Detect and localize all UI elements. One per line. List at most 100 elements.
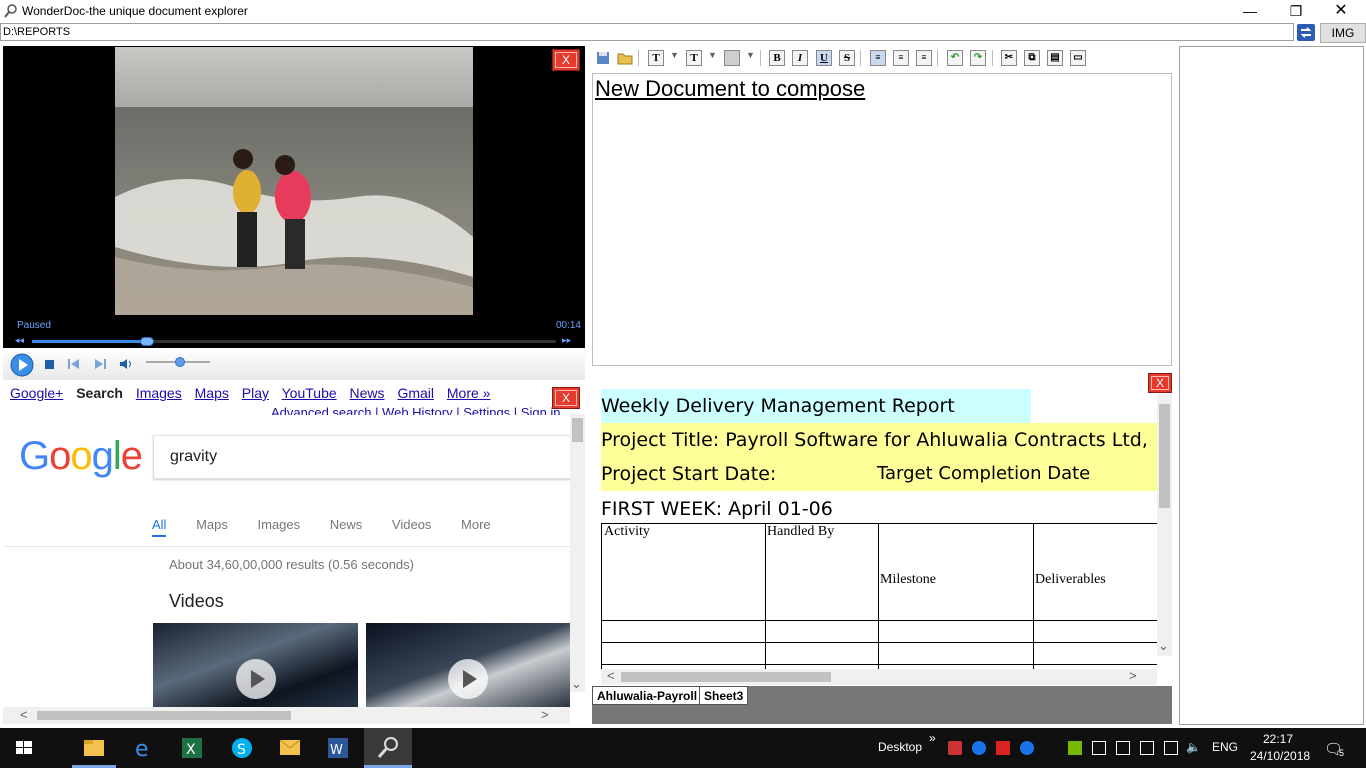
italic-icon[interactable]: I (792, 50, 808, 66)
volume-icon[interactable] (117, 355, 135, 373)
minimize-button[interactable]: — (1227, 0, 1273, 22)
fast-forward-icon[interactable]: ▸▸ (562, 335, 571, 346)
bluetooth-icon[interactable] (1020, 741, 1034, 755)
header-activity[interactable]: Activity (602, 524, 766, 621)
nav-news[interactable]: News (350, 385, 385, 401)
dropdown-arrow-icon[interactable]: ▼ (746, 50, 755, 60)
close-sheet-button[interactable]: X (1148, 373, 1172, 393)
sheet-horizontal-scrollbar[interactable]: < > (601, 668, 1157, 685)
scroll-thumb[interactable] (37, 711, 291, 720)
wonderdoc-app-icon[interactable] (364, 728, 412, 768)
font-size-icon[interactable]: T (686, 50, 702, 66)
next-icon[interactable] (91, 355, 109, 373)
align-right-icon[interactable]: ≡ (916, 50, 932, 66)
scroll-thumb[interactable] (572, 418, 583, 442)
nav-images[interactable]: Images (136, 385, 182, 401)
dropdown-arrow-icon[interactable]: ▼ (670, 50, 679, 60)
dropdown-arrow-icon[interactable]: ▼ (708, 50, 717, 60)
sheet-tab-sheet3[interactable]: Sheet3 (699, 686, 749, 705)
align-center-icon[interactable]: ≡ (893, 50, 909, 66)
open-folder-icon[interactable] (617, 50, 633, 66)
word-icon[interactable]: W (314, 728, 362, 768)
seek-handle[interactable] (140, 337, 155, 346)
desktop-toolbar-label[interactable]: Desktop (878, 740, 922, 754)
sheet-vertical-scrollbar[interactable] (1157, 394, 1172, 656)
scroll-thumb[interactable] (1159, 404, 1170, 508)
nav-play[interactable]: Play (242, 385, 269, 401)
stop-icon[interactable] (41, 355, 59, 373)
previous-icon[interactable] (65, 355, 83, 373)
power-icon[interactable] (1116, 741, 1130, 755)
search-input[interactable]: gravity (153, 435, 573, 479)
scroll-left-icon[interactable]: < (20, 707, 28, 722)
scroll-down-icon[interactable]: ⌄ (571, 676, 582, 692)
paste-icon[interactable]: ▤ (1047, 50, 1063, 66)
sheet-tab-ahluwalia-payroll[interactable]: Ahluwalia-Payroll (592, 686, 703, 705)
bold-icon[interactable]: B (769, 50, 785, 66)
tab-all[interactable]: All (152, 517, 167, 537)
usb-icon[interactable] (1164, 741, 1178, 755)
path-input[interactable]: D:\REPORTS (0, 23, 1294, 41)
tab-videos[interactable]: Videos (392, 517, 432, 532)
sub-links-text[interactable]: Advanced search | Web History | Settings… (271, 405, 561, 415)
network-icon[interactable] (1140, 741, 1154, 755)
play-icon[interactable] (9, 353, 35, 377)
color-icon[interactable] (724, 50, 740, 66)
document-editor[interactable]: New Document to compose (592, 73, 1172, 366)
table-cell[interactable] (602, 620, 766, 643)
video-thumbnail[interactable] (153, 623, 358, 713)
nav-googleplus[interactable]: Google+ (10, 385, 63, 401)
save-icon[interactable] (595, 50, 611, 66)
clock-date[interactable]: 24/10/2018 (1250, 749, 1310, 763)
input-language[interactable]: ENG (1212, 740, 1238, 754)
speaker-icon[interactable]: 🔈 (1186, 740, 1201, 754)
close-video-button[interactable]: X (552, 49, 580, 71)
tab-maps[interactable]: Maps (196, 517, 228, 532)
table-cell[interactable] (878, 642, 1034, 665)
header-handled-by[interactable]: Handled By (765, 524, 879, 621)
nav-maps[interactable]: Maps (195, 385, 229, 401)
vertical-scrollbar[interactable] (570, 414, 585, 692)
align-left-icon[interactable]: ≡ (870, 50, 886, 66)
underline-icon[interactable]: U (816, 50, 832, 66)
table-cell[interactable] (765, 620, 879, 643)
scroll-left-icon[interactable]: < (607, 668, 615, 683)
antivirus-tray-icon[interactable] (996, 741, 1010, 755)
nav-more[interactable]: More » (447, 385, 491, 401)
table-cell[interactable] (765, 642, 879, 665)
scroll-down-icon[interactable]: ⌄ (1158, 638, 1169, 654)
strikethrough-icon[interactable]: S (839, 50, 855, 66)
restore-button[interactable]: ❐ (1273, 0, 1319, 22)
security-tray-icon[interactable] (948, 741, 962, 755)
play-icon[interactable] (448, 659, 488, 699)
horizontal-scrollbar[interactable]: < > (3, 707, 570, 724)
tab-images[interactable]: Images (258, 517, 301, 532)
font-icon[interactable]: T (648, 50, 664, 66)
mail-icon[interactable] (266, 728, 314, 768)
touchpad-icon[interactable] (1092, 741, 1106, 755)
expand-toolbar-icon[interactable]: » (929, 731, 936, 745)
redo-icon[interactable]: ↷ (970, 50, 986, 66)
scroll-right-icon[interactable]: > (1129, 668, 1137, 683)
video-frame[interactable] (115, 47, 473, 315)
edge-browser-icon[interactable]: e (120, 728, 168, 768)
table-cell[interactable] (602, 642, 766, 665)
table-cell[interactable] (878, 620, 1034, 643)
nav-youtube[interactable]: YouTube (282, 385, 337, 401)
cut-icon[interactable]: ✂ (1001, 50, 1017, 66)
properties-icon[interactable]: ▭ (1070, 50, 1086, 66)
nvidia-tray-icon[interactable] (1068, 741, 1082, 755)
header-milestone[interactable]: Milestone (878, 524, 1034, 621)
skype-icon[interactable]: S (218, 728, 266, 768)
editor-text[interactable]: New Document to compose (595, 76, 865, 102)
header-deliverables[interactable]: Deliverables (1033, 524, 1157, 621)
windows-start-icon[interactable] (0, 728, 48, 768)
table-cell[interactable] (1033, 642, 1157, 665)
close-browser-button[interactable]: X (552, 387, 580, 409)
table-cell[interactable] (1033, 620, 1157, 643)
rewind-icon[interactable]: ◂◂ (15, 335, 24, 346)
play-icon[interactable] (236, 659, 276, 699)
scroll-thumb[interactable] (621, 672, 831, 682)
copy-icon[interactable]: ⧉ (1024, 50, 1040, 66)
nav-gmail[interactable]: Gmail (397, 385, 434, 401)
